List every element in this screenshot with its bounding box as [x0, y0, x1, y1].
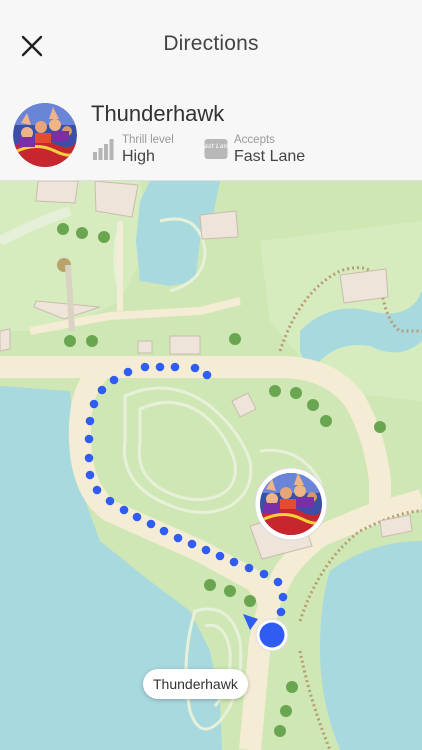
fast-lane-icon: Fast Lane	[204, 139, 228, 159]
user-location-marker	[255, 618, 289, 652]
svg-text:Fast Lane: Fast Lane	[204, 142, 228, 150]
ride-name: Thunderhawk	[91, 101, 225, 126]
accepts-label: Accepts	[234, 134, 275, 146]
page-title: Directions	[163, 32, 259, 55]
accepts-value: Fast Lane	[234, 148, 306, 165]
ride-info-panel: Thunderhawk Thrill level High Fast Lane …	[0, 92, 422, 181]
park-map[interactable]: Thunderhawk	[0, 181, 422, 750]
ride-callout-label[interactable]: Thunderhawk	[143, 669, 248, 699]
signal-bars-icon	[93, 139, 114, 160]
ride-avatar	[13, 103, 77, 167]
thrill-level-value: High	[122, 148, 155, 165]
ride-map-marker[interactable]	[254, 467, 328, 541]
thrill-level-label: Thrill level	[122, 134, 174, 146]
header-bar: Directions	[0, 0, 422, 92]
